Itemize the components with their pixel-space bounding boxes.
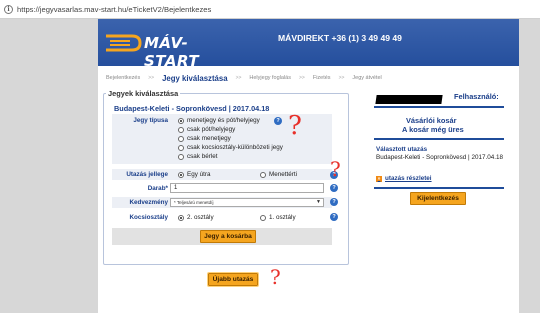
count-input[interactable]: 1 bbox=[170, 183, 324, 193]
address-bar[interactable]: i https://jegyvasarlas.mav-start.hu/eTic… bbox=[0, 0, 540, 19]
redacted-username bbox=[375, 95, 443, 104]
class-help-icon[interactable]: ? bbox=[330, 213, 338, 221]
radio[interactable] bbox=[260, 214, 266, 221]
option-label: csak menetjegy bbox=[187, 135, 231, 142]
trip-details-link[interactable]: » utazás részletei bbox=[376, 175, 432, 182]
discount-label: Kedvezmény bbox=[129, 199, 169, 206]
option-label: csak kocsiosztály-különbözeti jegy bbox=[187, 144, 283, 151]
divider bbox=[374, 187, 504, 189]
user-label: Felhasználó: bbox=[454, 92, 499, 101]
radio[interactable] bbox=[178, 153, 184, 160]
ticket-type-option[interactable]: csak bérlet bbox=[178, 153, 217, 160]
radio[interactable] bbox=[260, 171, 266, 178]
count-label: Darab* bbox=[147, 185, 168, 192]
cart-title: Vásárlói kosár bbox=[406, 116, 457, 125]
class-second-option[interactable]: 2. osztály bbox=[178, 214, 214, 221]
radio-selected[interactable] bbox=[178, 214, 184, 221]
radio-selected[interactable] bbox=[178, 171, 184, 178]
new-trip-button[interactable]: Újabb utazás bbox=[207, 272, 259, 287]
chevron-down-icon[interactable]: ▼ bbox=[316, 199, 321, 206]
option-label: Egy útra bbox=[187, 171, 211, 178]
hotline-text: MÁVDIREKT +36 (1) 3 49 49 49 bbox=[278, 33, 402, 43]
progress-steps: Bejelentkezés >> Jegy kiválasztása >> He… bbox=[106, 71, 512, 85]
question-mark-annotation: ? bbox=[288, 111, 302, 141]
trip-details-label[interactable]: utazás részletei bbox=[385, 175, 432, 182]
ticket-type-option[interactable]: csak kocsiosztály-különbözeti jegy bbox=[178, 144, 283, 151]
radio-selected[interactable] bbox=[178, 117, 184, 124]
step-ticket-collection: Jegy átvétel bbox=[352, 75, 382, 81]
selected-trip-title: Választott utazás bbox=[376, 146, 428, 153]
url-text[interactable]: https://jegyvasarlas.mav-start.hu/eTicke… bbox=[17, 5, 211, 14]
radio[interactable] bbox=[178, 126, 184, 133]
step-separator: >> bbox=[148, 75, 155, 81]
trip-type-label: Utazás jellege bbox=[126, 171, 168, 178]
ticket-type-option[interactable]: csak menetjegy bbox=[178, 135, 231, 142]
divider bbox=[374, 106, 504, 108]
option-label: 2. osztály bbox=[187, 214, 214, 221]
ticket-type-option[interactable]: menetjegy és pót/helyjegy bbox=[178, 117, 260, 124]
step-separator: >> bbox=[338, 75, 345, 81]
discount-selected-value: * Teljesárú menetdíj bbox=[174, 200, 214, 205]
class-label: Kocsiosztály bbox=[129, 214, 169, 221]
site-header: MÁV-START MÁVDIREKT +36 (1) 3 49 49 49 bbox=[98, 19, 519, 70]
step-seat-reservation: Helyjegy foglalás bbox=[249, 75, 291, 81]
radio[interactable] bbox=[178, 144, 184, 151]
step-login: Bejelentkezés bbox=[106, 75, 141, 81]
question-mark-annotation: ? bbox=[270, 265, 281, 289]
step-separator: >> bbox=[235, 75, 242, 81]
ticket-selection-fieldset: Jegyek kiválasztása Budapest-Keleti - So… bbox=[103, 89, 349, 265]
logout-button[interactable]: Kijelentkezés bbox=[410, 192, 466, 205]
option-label: menetjegy és pót/helyjegy bbox=[187, 117, 260, 124]
add-to-cart-button[interactable]: Jegy a kosárba bbox=[200, 230, 256, 243]
step-payment: Fizetés bbox=[312, 75, 331, 81]
selected-trip-route: Budapest-Keleti - Sopronkövesd | 2017.04… bbox=[376, 154, 503, 161]
route-title: Budapest-Keleti - Sopronkövesd | 2017.04… bbox=[114, 104, 270, 113]
option-label: Menettérti bbox=[269, 171, 297, 178]
count-help-icon[interactable]: ? bbox=[330, 184, 338, 192]
info-icon[interactable]: i bbox=[4, 4, 13, 14]
cart-empty-text: A kosár még üres bbox=[402, 125, 464, 134]
radio[interactable] bbox=[178, 135, 184, 142]
logo-text: MÁV-START bbox=[144, 34, 200, 70]
step-separator: >> bbox=[298, 75, 305, 81]
discount-help-icon[interactable]: ? bbox=[330, 198, 338, 206]
option-label: 1. osztály bbox=[269, 214, 296, 221]
step-ticket-selection: Jegy kiválasztása bbox=[162, 73, 228, 83]
ticket-type-option[interactable]: csak pót/helyjegy bbox=[178, 126, 235, 133]
divider bbox=[374, 138, 504, 140]
ticket-type-help-icon[interactable]: ? bbox=[274, 117, 282, 125]
option-label: csak pót/helyjegy bbox=[187, 126, 236, 133]
class-first-option[interactable]: 1. osztály bbox=[260, 214, 296, 221]
trip-one-way-option[interactable]: Egy útra bbox=[178, 171, 210, 178]
ticket-type-label: Jegy típusa bbox=[133, 117, 168, 124]
page: MÁV-START MÁVDIREKT +36 (1) 3 49 49 49 B… bbox=[98, 19, 519, 313]
question-mark-annotation: ? bbox=[330, 157, 341, 181]
fieldset-legend: Jegyek kiválasztása bbox=[106, 89, 181, 98]
expand-icon[interactable]: » bbox=[376, 175, 382, 182]
option-label: csak bérlet bbox=[187, 153, 218, 160]
train-logo-icon bbox=[106, 34, 142, 52]
mav-start-logo[interactable]: MÁV-START bbox=[104, 30, 234, 70]
trip-return-option[interactable]: Menettérti bbox=[260, 171, 297, 178]
discount-select[interactable]: * Teljesárú menetdíj ▼ bbox=[170, 198, 324, 207]
